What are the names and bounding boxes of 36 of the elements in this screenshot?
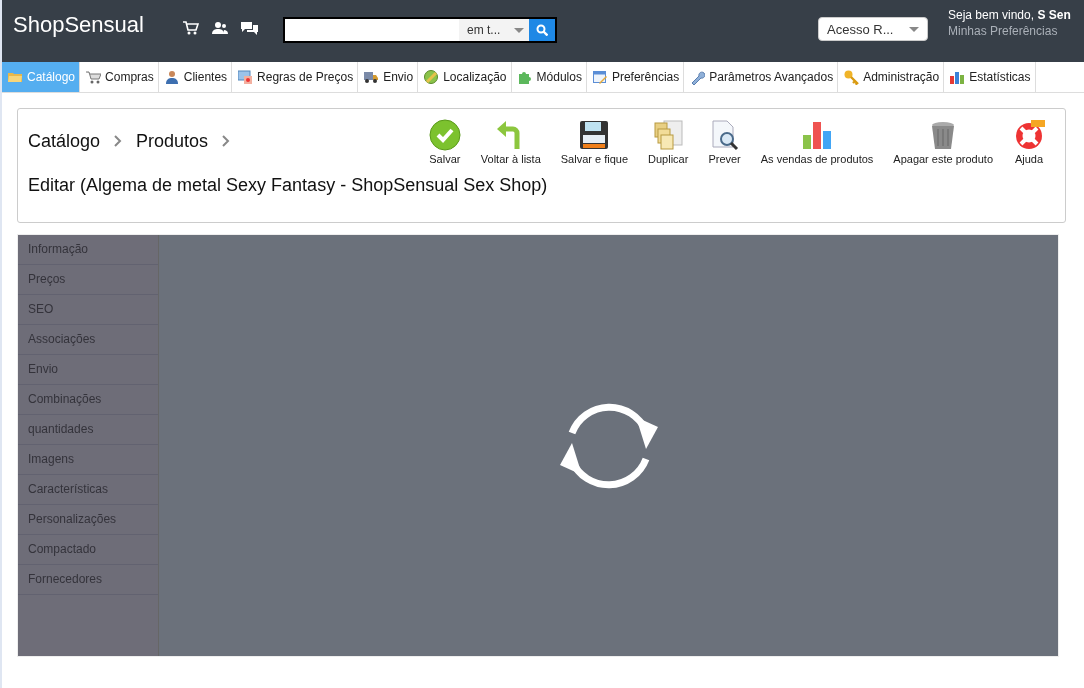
search-field[interactable]: em t...: [283, 17, 557, 43]
store-logo[interactable]: ShopSensual: [13, 12, 183, 38]
puzzle-icon: [517, 69, 533, 85]
search-icon: [535, 24, 548, 36]
truck-icon: [364, 69, 380, 85]
chevron-icon: [222, 135, 231, 147]
key-icon: [844, 69, 860, 85]
toolbar-button[interactable]: Voltar à lista: [470, 119, 551, 165]
bar-chart-icon: [950, 69, 966, 85]
cart-icon: [183, 21, 199, 35]
toolbar-button[interactable]: Salvar: [418, 119, 471, 165]
toolbar-button[interactable]: As vendas de produtos: [750, 119, 884, 165]
toolbar-button[interactable]: Ajuda: [1003, 119, 1055, 165]
toolbar-button[interactable]: Prever: [698, 119, 751, 165]
breadcrumb-link[interactable]: Catálogo: [28, 119, 101, 163]
toolbar-button[interactable]: Apagar este produto: [883, 119, 1003, 165]
person-icon: [164, 69, 180, 85]
toolbar-button[interactable]: Salvar e fique: [550, 119, 638, 165]
page-title: Editar (Algema de metal Sexy Fantasy - ShopSensual Sex Shop): [28, 174, 549, 197]
wrench-icon: [690, 69, 706, 85]
check-icon: [428, 119, 461, 151]
lifebuoy-icon: [1013, 119, 1045, 151]
chat-icon: [241, 21, 258, 35]
toolbar-button[interactable]: Duplicar: [638, 119, 699, 165]
search-scope-dropdown[interactable]: em t...: [459, 19, 529, 41]
people-icon: [212, 21, 228, 35]
window-icon: [592, 69, 608, 85]
documents-icon: [652, 119, 685, 151]
chevron-icon: [114, 135, 123, 147]
search-button[interactable]: [528, 19, 555, 41]
bar-chart-icon: [801, 119, 834, 151]
access-dropdown[interactable]: Acesso R...: [818, 17, 928, 41]
welcome-text: Seja bem vindo, S Sen: [948, 7, 1071, 23]
breadcrumb-link[interactable]: Produtos: [136, 119, 209, 163]
preferences-link[interactable]: Minhas Preferências: [948, 23, 1071, 39]
cart-icon: [86, 69, 102, 85]
